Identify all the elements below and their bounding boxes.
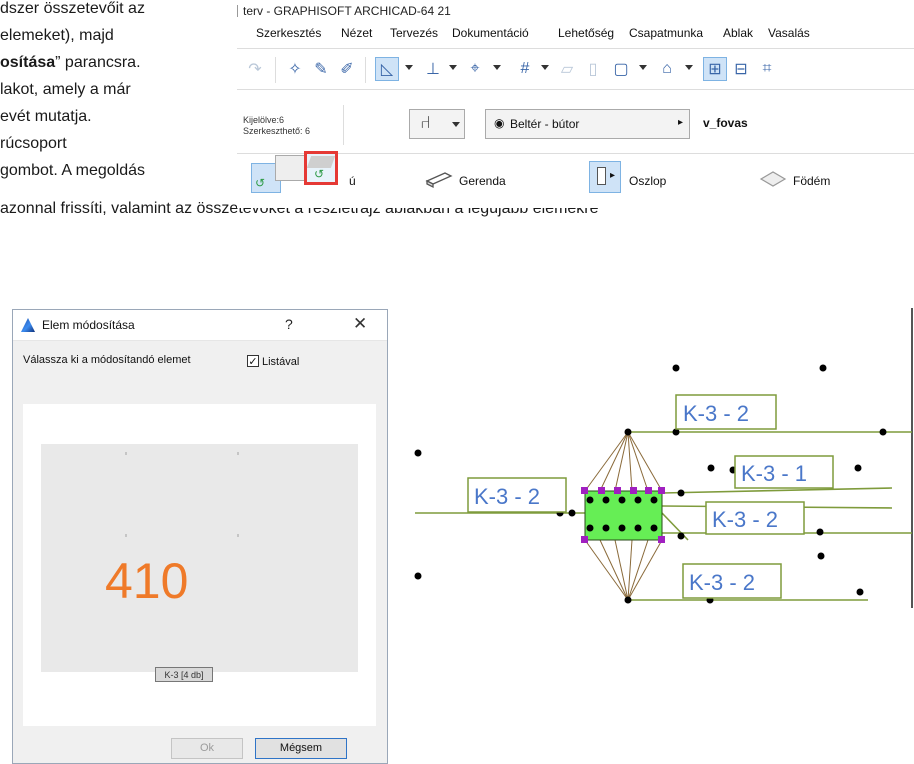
tool-label-partial: ú [349, 174, 356, 188]
modify-element-dialog: Elem módosítása ? ✕ Válassza ki a módosí… [12, 309, 388, 764]
menu-options[interactable]: Lehetőség [558, 26, 614, 40]
layer-selector[interactable]: ◉ Beltér - bútor ▸ [485, 109, 690, 139]
update-beam-button[interactable]: ↺ [304, 151, 338, 185]
redo-icon[interactable]: ↷ [243, 57, 267, 81]
close-button[interactable]: ✕ [353, 314, 367, 334]
doc-line-2: elemeket), majd [0, 27, 114, 44]
beam-label-right-1[interactable]: K-3 - 1 [741, 461, 807, 486]
list-checkbox[interactable]: ✓ [247, 355, 259, 368]
help-button[interactable]: ? [285, 316, 293, 332]
chevron-down-icon[interactable] [449, 65, 457, 70]
chevron-down-icon[interactable] [685, 65, 693, 70]
doc-line-1: dszer összetevőit az [0, 0, 145, 17]
slab-tool-label[interactable]: Födém [793, 174, 830, 188]
toolbar-divider [275, 57, 276, 83]
layer-name: Beltér - bútor [510, 117, 580, 131]
doc-line-7: gombot. A megoldás [0, 162, 145, 179]
beam-label-left[interactable]: K-3 - 2 [474, 484, 540, 509]
editable-count: Szerkeszthető: 6 [243, 126, 311, 136]
element-toolbar: ↺ ↺ ú Gerenda ▸ Oszlop Födém [237, 151, 914, 208]
menu-design[interactable]: Tervezés [390, 26, 438, 40]
chevron-right-icon: ▸ [610, 170, 616, 181]
ok-button[interactable]: Ok [171, 738, 243, 759]
coordinate-tool-icon[interactable]: ⌖ [463, 57, 487, 81]
menu-reinforcement[interactable]: Vasalás [768, 26, 810, 40]
archicad-logo-icon [21, 318, 35, 332]
chevron-right-icon: ▸ [678, 117, 684, 128]
preview-marker [237, 452, 239, 455]
chair-icon: ⑁ [420, 112, 431, 132]
beam-label-right-2[interactable]: K-3 - 2 [712, 507, 778, 532]
square-icon[interactable]: ▢ [609, 57, 633, 81]
eye-icon: ◉ [494, 116, 505, 130]
group-icon[interactable]: ⌂ [655, 57, 679, 81]
angle-tool-icon[interactable]: ◺ [375, 57, 399, 81]
syringe-icon[interactable]: ✐ [335, 57, 359, 81]
cancel-button[interactable]: Mégsem [255, 738, 347, 759]
info-box: Kijelölve:6 Szerkeszthető: 6 ⑁ ◉ Beltér … [237, 95, 914, 154]
column-tool-button[interactable]: ▸ [589, 161, 621, 193]
preview-plate [41, 444, 358, 672]
plan-view[interactable]: K-3 - 2 K-3 - 2 K-3 - 1 K-3 - 2 K-3 - 2 [400, 308, 914, 608]
wall-icon[interactable]: ▯ [581, 57, 605, 81]
menu-edit[interactable]: Szerkesztés [256, 26, 321, 40]
beam-icon [425, 167, 453, 189]
toolbar-divider [365, 57, 366, 83]
dimension-icon[interactable]: ⊟ [729, 57, 753, 81]
magic-wand-icon[interactable]: ✧ [283, 57, 307, 81]
snap-icon[interactable]: ⌗ [755, 57, 779, 81]
doc-bold-command: osítása [0, 54, 56, 71]
list-checkbox-label[interactable]: Listával [262, 356, 299, 368]
doc-line-4: lakot, amely a már [0, 81, 131, 98]
element-preview[interactable]: 410 K-3 [4 db] [23, 404, 376, 726]
archicad-window: terv - GRAPHISOFT ARCHICAD-64 21 Szerkes… [237, 0, 914, 208]
dialog-titlebar: Elem módosítása ? ✕ [13, 310, 387, 341]
doc-line-5: evét mutatja. [0, 108, 92, 125]
offset-tool-icon[interactable]: ⊥ [421, 57, 445, 81]
grid-icon[interactable]: # [513, 57, 537, 81]
refresh-icon: ↺ [314, 167, 325, 181]
menu-view[interactable]: Nézet [341, 26, 372, 40]
menu-window[interactable]: Ablak [723, 26, 753, 40]
window-title: terv - GRAPHISOFT ARCHICAD-64 21 [237, 4, 451, 18]
refresh-icon: ↺ [255, 176, 266, 190]
doc-line-3: osítása” parancsra. [0, 54, 141, 72]
preview-marker [125, 534, 127, 537]
layer-tool-icon[interactable]: ⊞ [703, 57, 727, 81]
beam-label-top[interactable]: K-3 - 2 [683, 401, 749, 426]
preview-marker [125, 452, 127, 455]
menu-bar: Szerkesztés Nézet Tervezés Dokumentáció … [237, 22, 914, 42]
chevron-down-icon[interactable] [639, 65, 647, 70]
element-id: v_fovas [703, 116, 748, 130]
chevron-down-icon[interactable] [405, 65, 413, 70]
plane-icon[interactable]: ▱ [555, 57, 579, 81]
doc-line-6: rúcsoport [0, 135, 67, 152]
beam-label-bottom[interactable]: K-3 - 2 [689, 570, 755, 595]
column-tool-label[interactable]: Oszlop [629, 174, 666, 188]
column-icon [597, 167, 606, 185]
favorites-button[interactable]: ⑁ [409, 109, 465, 139]
eyedropper-icon[interactable]: ✎ [309, 57, 333, 81]
preview-tag[interactable]: K-3 [4 db] [155, 667, 213, 682]
chevron-down-icon [452, 122, 460, 127]
chevron-down-icon[interactable] [541, 65, 549, 70]
doc-line-3-rest: ” parancsra. [55, 54, 141, 71]
menu-teamwork[interactable]: Csapatmunka [629, 26, 703, 40]
chevron-down-icon[interactable] [493, 65, 501, 70]
beam-tool-label[interactable]: Gerenda [459, 174, 506, 188]
dialog-title: Elem módosítása [42, 318, 135, 332]
info-divider [343, 105, 344, 145]
preview-marker [237, 534, 239, 537]
dialog-prompt: Válassza ki a módosítandó elemet [23, 354, 191, 366]
selected-count: Kijelölve:6 [243, 115, 285, 125]
plan-canvas: K-3 - 2 K-3 - 2 K-3 - 1 K-3 - 2 K-3 - 2 [414, 308, 913, 608]
menu-document[interactable]: Dokumentáció [452, 26, 529, 40]
preview-number: 410 [105, 553, 189, 609]
toolbar: ↷ ✧ ✎ ✐ ◺ ⊥ ⌖ # ▱ ▯ ▢ ⌂ ⊞ ⊟ ⌗ [237, 48, 914, 90]
beam-piece-icon [275, 155, 307, 181]
slab-icon [759, 167, 787, 189]
